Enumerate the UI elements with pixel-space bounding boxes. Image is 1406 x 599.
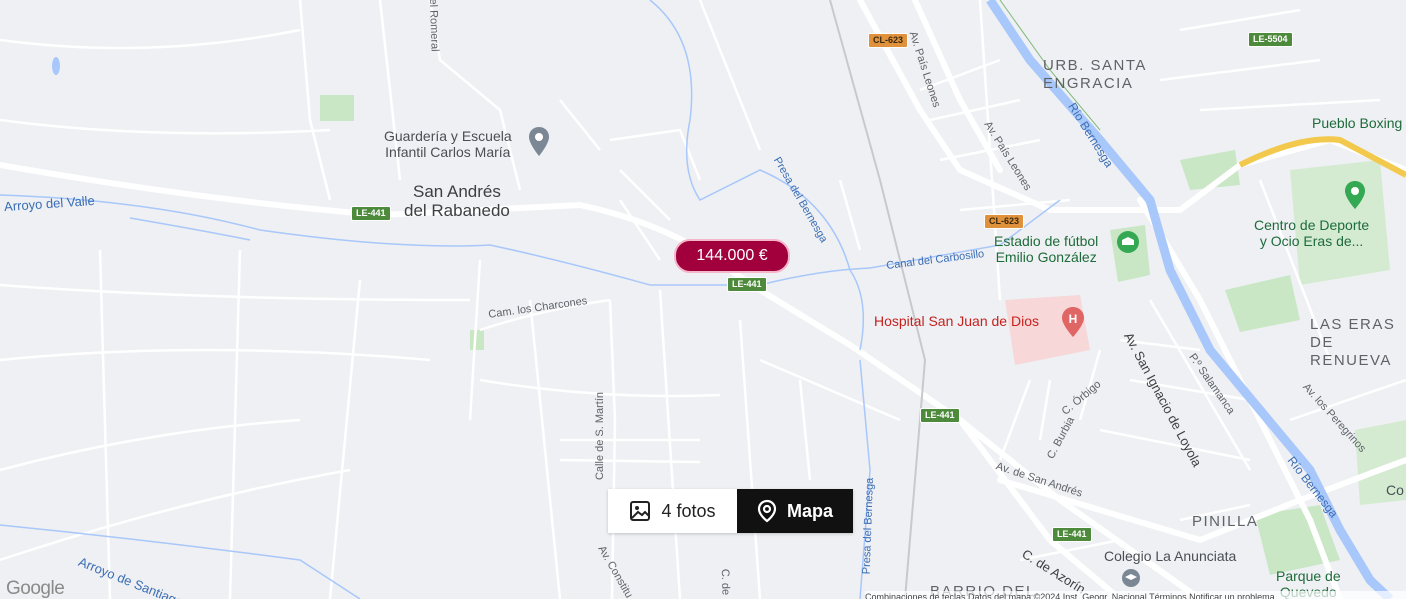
map-button[interactable]: Mapa bbox=[737, 489, 853, 533]
poi-centro-deporte-label[interactable]: Centro de Deporte y Ocio Eras de... bbox=[1254, 217, 1369, 249]
location-pin-icon bbox=[757, 499, 777, 523]
map-canvas[interactable]: San Andrés del Rabanedo URB. SANTA ENGRA… bbox=[0, 0, 1406, 599]
streams bbox=[0, 0, 1061, 599]
poi-pin-icon[interactable] bbox=[528, 126, 550, 158]
photos-button[interactable]: 4 fotos bbox=[608, 489, 737, 533]
road-shield-cl623: CL-623 bbox=[984, 214, 1025, 229]
poi-co-label[interactable]: Co bbox=[1386, 482, 1404, 498]
park-area bbox=[470, 330, 484, 350]
poi-hospital-label[interactable]: Hospital San Juan de Dios bbox=[874, 313, 1039, 329]
svg-text:H: H bbox=[1069, 312, 1078, 326]
place-san-andres: San Andrés del Rabanedo bbox=[404, 182, 510, 220]
road-shield-le441: LE-441 bbox=[727, 277, 767, 292]
poi-guarderia-label[interactable]: Guardería y Escuela Infantil Carlos Marí… bbox=[384, 128, 512, 160]
pond bbox=[52, 57, 60, 75]
hospital-icon[interactable]: H bbox=[1061, 306, 1085, 338]
place-las-eras: LAS ERAS DE RENUEVA bbox=[1310, 316, 1396, 369]
poi-green-pin-icon[interactable] bbox=[1344, 180, 1366, 210]
park-area bbox=[1225, 275, 1300, 332]
poi-pueblo-boxing-label[interactable]: Pueblo Boxing bbox=[1312, 115, 1402, 131]
view-toggle: 4 fotos Mapa bbox=[608, 489, 853, 533]
map-button-label: Mapa bbox=[786, 500, 833, 521]
park-area bbox=[320, 95, 354, 121]
road-shield-le441: LE-441 bbox=[1052, 527, 1092, 542]
place-urb-santa-engracia: URB. SANTA ENGRACIA bbox=[1043, 57, 1147, 92]
road-shield-cl623: CL-623 bbox=[868, 33, 909, 48]
image-icon bbox=[630, 501, 651, 521]
poi-colegio-label[interactable]: Colegio La Anunciata bbox=[1104, 548, 1236, 564]
place-pinilla: PINILLA bbox=[1192, 513, 1259, 530]
road-shield-le441: LE-441 bbox=[920, 408, 960, 423]
poi-estadio-label[interactable]: Estadio de fútbol Emilio González bbox=[994, 233, 1098, 265]
road-shield-le441: LE-441 bbox=[351, 206, 391, 221]
label-c-de: C. de bbox=[718, 568, 732, 596]
school-icon[interactable] bbox=[1121, 568, 1141, 588]
label-del-romeral: del Romeral bbox=[426, 0, 441, 52]
google-logo[interactable]: Google bbox=[6, 578, 65, 599]
road-shield-le5504: LE-5504 bbox=[1248, 32, 1293, 47]
map-attribution[interactable]: Combinaciones de teclas Datos del mapa ©… bbox=[865, 591, 1406, 599]
photos-button-label: 4 fotos bbox=[661, 500, 716, 521]
stadium-icon[interactable] bbox=[1116, 230, 1140, 254]
label-calle-martin: Calle de S. Martín bbox=[594, 391, 607, 481]
price-marker[interactable]: 144.000 € bbox=[674, 239, 790, 273]
